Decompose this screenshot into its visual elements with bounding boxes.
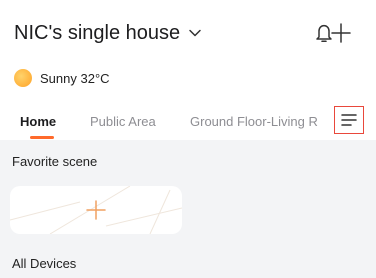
active-tab-indicator: [30, 136, 54, 139]
weather-text: Sunny 32°C: [40, 71, 110, 86]
add-button[interactable]: [330, 22, 352, 44]
plus-icon: [86, 200, 106, 220]
chevron-down-icon: [189, 29, 201, 37]
tab-home[interactable]: Home: [20, 114, 56, 129]
room-tabs: Home Public Area Ground Floor-Living R: [0, 104, 376, 140]
weather-widget: Sunny 32°C: [14, 68, 110, 88]
sun-icon: [14, 69, 32, 87]
weather-condition: Sunny: [40, 70, 77, 86]
favorite-scene-heading: Favorite scene: [12, 154, 98, 169]
tab-menu-button[interactable]: [334, 106, 364, 134]
add-scene-card[interactable]: [10, 186, 182, 234]
menu-icon: [341, 114, 357, 126]
tab-public-area[interactable]: Public Area: [90, 114, 156, 129]
home-name: NIC's single house: [14, 21, 181, 44]
home-selector[interactable]: NIC's single house: [14, 20, 202, 46]
all-devices-heading: All Devices: [12, 256, 77, 271]
room-tabs-scroll[interactable]: Home Public Area Ground Floor-Living R: [14, 104, 334, 140]
tab-ground-floor-living-room[interactable]: Ground Floor-Living R: [190, 114, 318, 129]
weather-temperature: 32°C: [80, 70, 110, 86]
app-header: NIC's single house Sunny 32°C Home Publi…: [0, 0, 376, 140]
